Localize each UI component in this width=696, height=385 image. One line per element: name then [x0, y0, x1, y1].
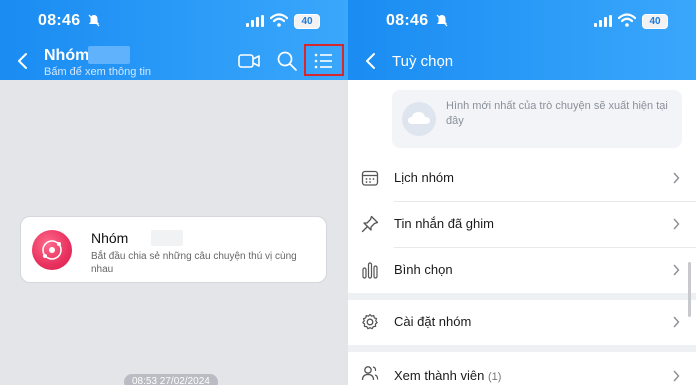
chevron-right-icon — [673, 370, 680, 382]
cellular-signal-icon — [594, 15, 614, 27]
status-time: 08:46 — [38, 12, 81, 29]
chevron-right-icon — [673, 316, 680, 328]
redacted-name — [88, 46, 130, 64]
members-count: (1) — [487, 371, 502, 383]
chevron-right-icon — [673, 264, 680, 276]
options-group-2: Cài đặt nhóm — [348, 300, 696, 345]
option-pinned-messages[interactable]: Tin nhắn đã ghim — [348, 202, 696, 247]
options-group-3: Xem thành viên (1) — [348, 352, 696, 385]
cellular-signal-icon — [246, 15, 266, 27]
chat-screen: 08:46 40 Nhóm Bấm để xem thông tin Nhóm … — [0, 0, 348, 385]
option-label: Xem thành viên (1) — [394, 368, 501, 383]
chat-header: Nhóm Bấm để xem thông tin — [0, 44, 348, 80]
calendar-icon — [361, 170, 379, 186]
battery-indicator: 40 — [294, 14, 320, 29]
options-screen: 08:46 40 Tuỳ chọn Hình mới nhất của trò … — [348, 0, 696, 385]
redacted-card-name — [151, 230, 183, 246]
option-group-calendar[interactable]: Lịch nhóm — [348, 156, 696, 201]
option-label: Cài đặt nhóm — [394, 314, 472, 329]
gear-icon — [362, 313, 378, 330]
wifi-icon — [618, 13, 636, 27]
option-polls[interactable]: Bình chọn — [348, 248, 696, 293]
search-icon[interactable] — [276, 50, 298, 72]
media-placeholder-text: Hình mới nhất của trò chuyện sẽ xuất hiệ… — [446, 100, 668, 127]
back-icon[interactable] — [16, 52, 28, 70]
status-bar: 08:46 40 — [348, 0, 696, 44]
back-icon[interactable] — [364, 52, 376, 70]
option-view-members[interactable]: Xem thành viên (1) — [348, 352, 696, 385]
pin-icon — [361, 215, 379, 233]
options-group-1: Lịch nhóm Tin nhắn đã ghim Bình chọn — [348, 156, 696, 293]
status-time: 08:46 — [386, 12, 429, 29]
card-group-name: Nhóm — [91, 230, 129, 246]
latest-media-placeholder[interactable]: Hình mới nhất của trò chuyện sẽ xuất hiệ… — [392, 90, 682, 148]
group-avatar — [32, 230, 72, 270]
chevron-right-icon — [673, 172, 680, 184]
scrollbar[interactable] — [688, 262, 691, 317]
page-title: Tuỳ chọn — [392, 53, 454, 70]
members-label: Xem thành viên — [394, 368, 485, 383]
options-header: Tuỳ chọn — [348, 44, 696, 80]
members-icon — [361, 366, 379, 381]
group-name[interactable]: Nhóm — [44, 47, 89, 65]
battery-indicator: 40 — [642, 14, 668, 29]
chevron-right-icon — [673, 218, 680, 230]
option-label: Tin nhắn đã ghim — [394, 216, 494, 231]
card-description: Bắt đầu chia sẻ những câu chuyện thú vị … — [91, 251, 297, 275]
option-group-settings[interactable]: Cài đặt nhóm — [348, 300, 696, 345]
wifi-icon — [270, 13, 288, 27]
option-label: Bình chọn — [394, 262, 453, 277]
group-welcome-card[interactable]: Nhóm Bắt đầu chia sẻ những câu chuyện th… — [20, 216, 327, 283]
mute-bell-icon — [88, 14, 100, 30]
group-info-hint[interactable]: Bấm để xem thông tin — [44, 66, 151, 78]
cloud-icon — [408, 112, 430, 124]
video-call-icon[interactable] — [238, 50, 260, 72]
group-orbit-icon — [42, 240, 62, 260]
cloud-icon-bg — [402, 102, 436, 136]
message-timestamp: 08:53 27/02/2024 — [124, 374, 218, 385]
poll-icon — [362, 262, 378, 279]
mute-bell-icon — [436, 14, 448, 30]
status-bar: 08:46 40 — [0, 0, 348, 44]
list-menu-icon[interactable] — [313, 50, 335, 72]
option-label: Lịch nhóm — [394, 170, 454, 185]
